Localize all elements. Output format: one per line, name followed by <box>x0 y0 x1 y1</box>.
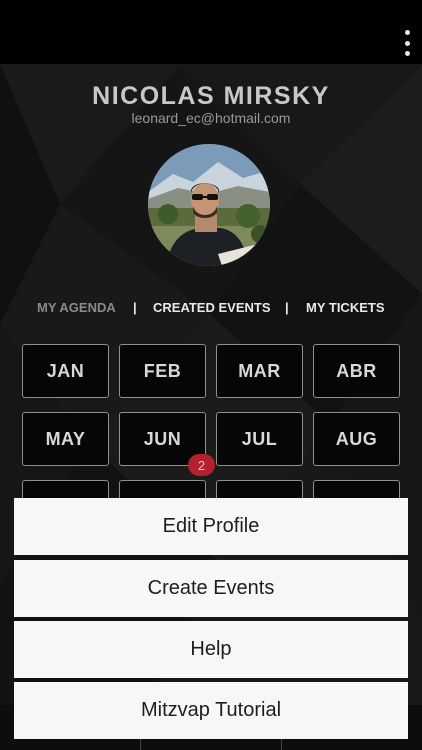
avatar[interactable] <box>148 144 270 266</box>
menu-create-events[interactable]: Create Events <box>14 560 408 617</box>
profile-name: NICOLAS MIRSKY <box>92 82 330 110</box>
month-feb[interactable]: FEB <box>119 344 206 398</box>
profile-email: leonard_ec@hotmail.com <box>131 110 291 126</box>
menu-edit-profile[interactable]: Edit Profile <box>14 498 408 555</box>
tab-my-tickets[interactable]: MY TICKETS <box>306 300 385 315</box>
tab-created-events[interactable]: CREATED EVENTS <box>153 300 271 315</box>
top-app-bar <box>0 0 422 64</box>
month-aug[interactable]: AUG <box>313 412 400 466</box>
avatar-photo <box>148 144 270 266</box>
more-vert-icon[interactable] <box>402 30 412 56</box>
month-may[interactable]: MAY <box>22 412 109 466</box>
menu-help[interactable]: Help <box>14 621 408 678</box>
tab-separator: | <box>133 300 137 315</box>
tab-separator: | <box>285 300 289 315</box>
month-abr[interactable]: ABR <box>313 344 400 398</box>
month-jan[interactable]: JAN <box>22 344 109 398</box>
month-jul[interactable]: JUL <box>216 412 303 466</box>
profile-tabs: MY AGENDA | CREATED EVENTS | MY TICKETS <box>0 300 422 318</box>
month-mar[interactable]: MAR <box>216 344 303 398</box>
menu-mitzvap-tutorial[interactable]: Mitzvap Tutorial <box>14 682 408 739</box>
event-count-badge: 2 <box>188 454 215 476</box>
tab-my-agenda[interactable]: MY AGENDA <box>37 300 116 315</box>
